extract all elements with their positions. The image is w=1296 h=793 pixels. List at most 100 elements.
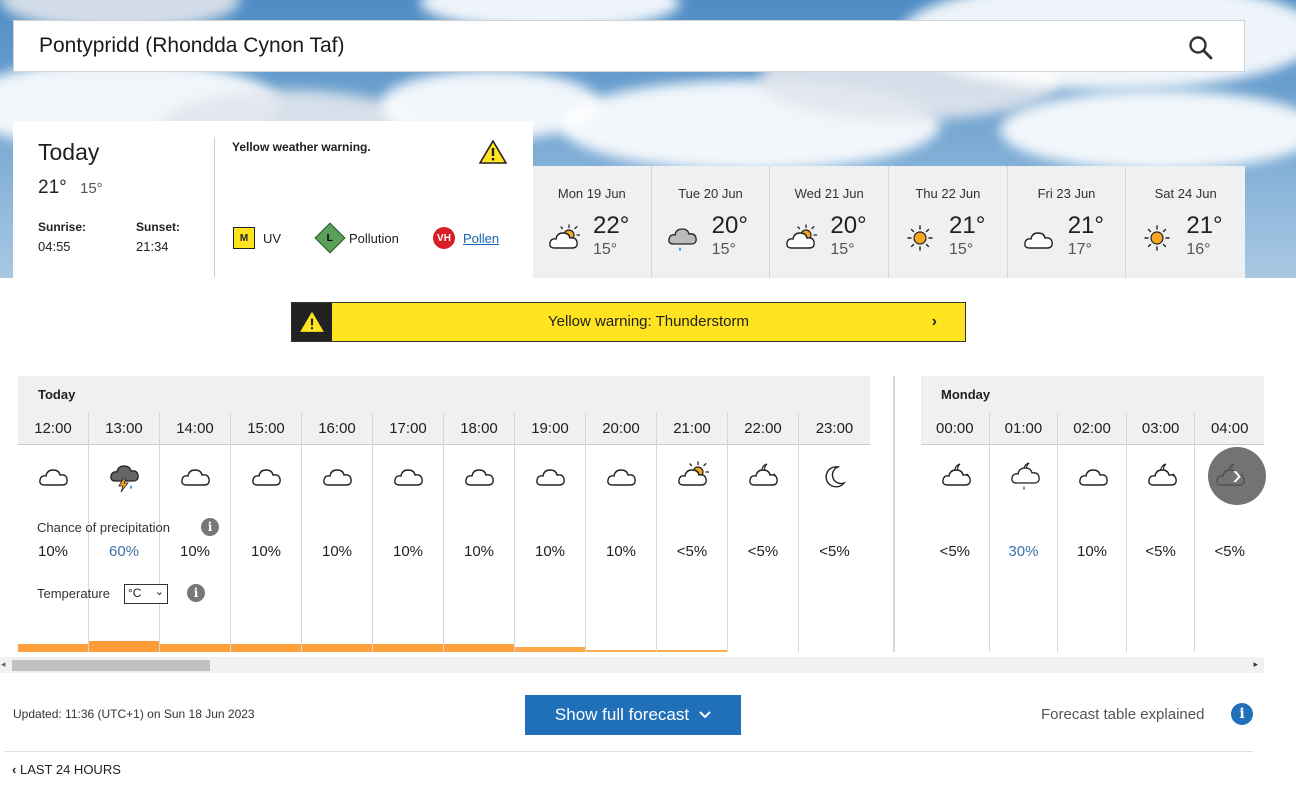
- hour-column: 20:00 10% 18°: [586, 413, 657, 652]
- day-tab[interactable]: Fri 23 Jun 21° 17°: [1007, 166, 1127, 278]
- temperature-value: 20°: [18, 644, 88, 652]
- cloud-icon: [178, 461, 214, 493]
- sun-icon: [1144, 225, 1171, 251]
- thunder-icon: [110, 465, 139, 493]
- sun-cloud-icon: [784, 224, 818, 252]
- precipitation-label: Chance of precipitation: [37, 520, 170, 535]
- forecast-table-explained-link[interactable]: Forecast table explained: [1041, 706, 1204, 723]
- temperature-value: 18°: [657, 650, 727, 652]
- hour-column: 21:00 <5% 18°: [657, 413, 728, 652]
- footer-divider: [5, 751, 1253, 752]
- hour-column: 15:00 10% 20°: [231, 413, 302, 652]
- cloud-icon: [249, 461, 285, 493]
- precipitation-value: <5%: [1214, 543, 1245, 560]
- day-tab[interactable]: Mon 19 Jun 22° 15°: [533, 166, 652, 278]
- daily-forecast-tabs: Mon 19 Jun 22° 15° Tue 20 Jun 20° 15° We…: [533, 166, 1246, 278]
- hour-column: 18:00 10% 20°: [444, 413, 515, 652]
- scroll-right-arrow-icon[interactable]: ▸: [1253, 659, 1258, 670]
- day-low: 15°: [830, 241, 855, 258]
- hour-time: 00:00: [921, 413, 989, 445]
- precipitation-value: 10%: [392, 543, 424, 560]
- sun-cloud-icon: [547, 224, 581, 252]
- day-tab[interactable]: Thu 22 Jun 21° 15°: [889, 166, 1008, 278]
- night-cloud-icon: [746, 461, 782, 493]
- sun-icon: [907, 225, 933, 251]
- day-low: 17°: [1067, 241, 1092, 258]
- precipitation-value: <5%: [1145, 543, 1176, 560]
- show-full-forecast-label: Show full forecast: [554, 705, 690, 724]
- day-name: Mon 19 Jun: [557, 186, 626, 201]
- today-summary-card[interactable]: Today 21° 15° Sunrise: 04:55 Sunset: 21:…: [13, 121, 533, 278]
- today-table-heading: Today: [18, 376, 870, 413]
- cloud-icon: [391, 461, 427, 493]
- hour-time: 19:00: [515, 413, 585, 445]
- sunrise-label: Sunrise:: [38, 220, 87, 234]
- sunrise-time: 04:55: [38, 239, 71, 254]
- cloud-icon: [1022, 224, 1056, 252]
- pollution-badge: L: [314, 222, 346, 254]
- show-full-forecast-button[interactable]: Show full forecast: [525, 695, 741, 735]
- hour-time: 03:00: [1126, 413, 1195, 445]
- hour-column: 17:00 10% 20°: [373, 413, 444, 652]
- precipitation-value: 10%: [37, 543, 69, 560]
- cloud-icon: [320, 461, 356, 493]
- day-separator: [893, 376, 895, 652]
- hour-column: 03:00<5%16°: [1126, 413, 1196, 652]
- pollution-indicator[interactable]: L Pollution: [314, 222, 399, 254]
- hour-time: 23:00: [799, 413, 870, 445]
- chevron-down-icon: ⌄: [154, 586, 164, 598]
- moon-icon: [825, 466, 845, 488]
- precipitation-value: <5%: [747, 543, 779, 560]
- uv-indicator[interactable]: M UV: [233, 227, 281, 249]
- hour-time: 16:00: [302, 413, 372, 445]
- thunderstorm-warning-banner[interactable]: Yellow warning: Thunderstorm ›: [291, 302, 966, 342]
- hour-time: 18:00: [444, 413, 514, 445]
- day-tab[interactable]: Wed 21 Jun 20° 15°: [770, 166, 890, 278]
- hour-time: 12:00: [18, 413, 88, 445]
- temperature-unit-select[interactable]: °C ⌄: [124, 584, 168, 604]
- cloud-icon: [604, 461, 640, 493]
- location-input-value[interactable]: Pontypridd (Rhondda Cynon Taf): [39, 34, 344, 58]
- day-tab[interactable]: Sat 24 Jun 21° 16°: [1126, 166, 1246, 278]
- day-name: Thu 22 Jun: [915, 186, 981, 201]
- info-icon[interactable]: i: [187, 584, 205, 602]
- day-tab[interactable]: Tue 20 Jun 20° 15°: [651, 166, 771, 278]
- updated-timestamp: Updated: 11:36 (UTC+1) on Sun 18 Jun 202…: [13, 707, 255, 721]
- day-name: Wed 21 Jun: [794, 186, 864, 201]
- day-name: Fri 23 Jun: [1037, 186, 1096, 201]
- scrollbar-thumb[interactable]: [12, 660, 210, 671]
- hour-time: 21:00: [657, 413, 727, 445]
- temperature-value: 20°: [160, 644, 230, 652]
- hour-time: 17:00: [373, 413, 443, 445]
- chevron-down-icon: [699, 711, 711, 719]
- hour-time: 22:00: [728, 413, 798, 445]
- scroll-right-button[interactable]: ›: [1208, 447, 1266, 505]
- pollen-indicator[interactable]: VH Pollen: [433, 227, 499, 249]
- hour-time: 20:00: [586, 413, 656, 445]
- info-icon[interactable]: i: [1231, 703, 1253, 725]
- temperature-value: 20°: [444, 644, 514, 652]
- day-high: 22°: [593, 212, 630, 239]
- precipitation-value: 10%: [463, 543, 495, 560]
- precipitation-value: 60%: [108, 543, 140, 560]
- temperature-value: 21°: [89, 641, 159, 652]
- monday-hourly-table: Monday 00:00<5%16°01:0030%16°02:0010%16°…: [921, 376, 1264, 652]
- yellow-warning-label[interactable]: Yellow weather warning.: [232, 140, 371, 154]
- pollen-link[interactable]: Pollen: [463, 231, 499, 246]
- hour-column: 23:00<5%16°: [799, 413, 870, 652]
- pollen-badge: VH: [433, 227, 455, 249]
- warning-triangle-icon: [479, 140, 507, 164]
- sunset-time: 21:34: [136, 239, 169, 254]
- card-divider: [214, 137, 215, 277]
- precipitation-value: <5%: [819, 543, 850, 560]
- day-low: 15°: [711, 241, 736, 258]
- last-24-hours-label: LAST 24 HOURS: [19, 762, 121, 777]
- warning-banner-icon-box: [292, 303, 332, 341]
- last-24-hours-link[interactable]: ‹ LAST 24 HOURS: [12, 762, 121, 777]
- search-icon[interactable]: [1188, 35, 1214, 61]
- scroll-left-arrow-icon[interactable]: ◂: [1, 659, 6, 670]
- info-icon[interactable]: i: [201, 518, 219, 536]
- hour-time: 15:00: [231, 413, 301, 445]
- location-search-bar[interactable]: Pontypridd (Rhondda Cynon Taf): [13, 20, 1245, 72]
- uv-badge: M: [233, 227, 255, 249]
